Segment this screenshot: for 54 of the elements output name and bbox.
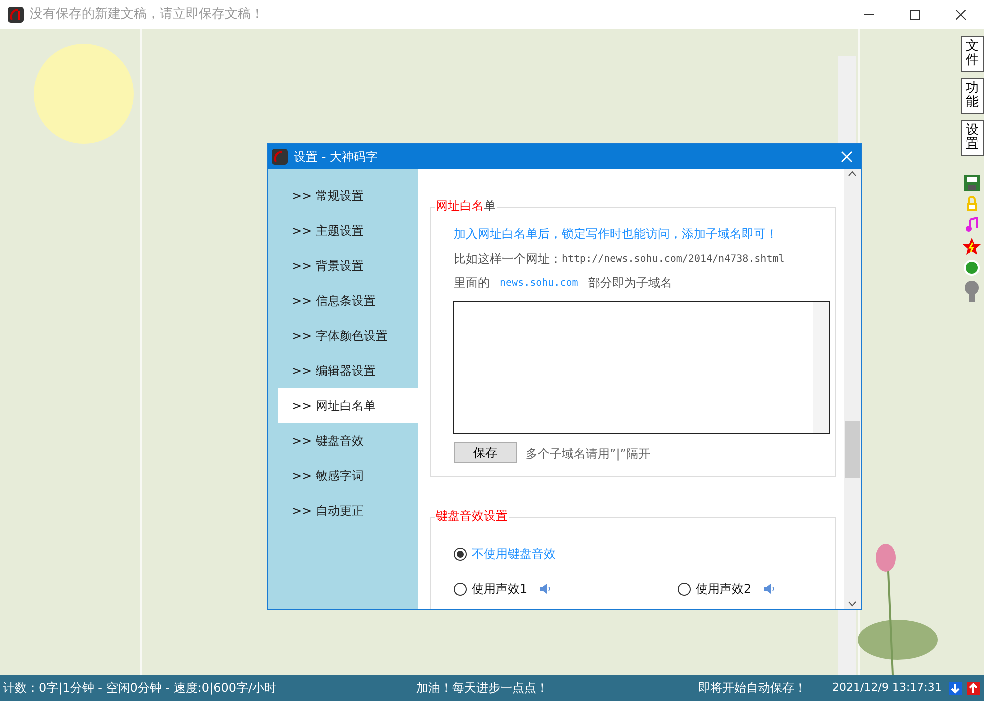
nav-item[interactable]: >> 背景设置 bbox=[278, 248, 418, 283]
close-icon bbox=[841, 150, 853, 162]
up-arrow-icon[interactable] bbox=[966, 682, 980, 694]
save-button[interactable]: 保存 bbox=[454, 442, 517, 463]
side-menu-button[interactable]: 文件 bbox=[961, 36, 984, 72]
star-icon[interactable] bbox=[963, 238, 981, 255]
nav-item[interactable]: >> 常规设置 bbox=[278, 178, 418, 213]
nav-item[interactable]: >> 信息条设置 bbox=[278, 283, 418, 318]
speaker-icon[interactable] bbox=[538, 583, 551, 595]
autosave-status: 即将开始自动保存！ bbox=[698, 680, 807, 697]
window-title: 没有保存的新建文稿，请立即保存文稿！ bbox=[30, 6, 264, 24]
speaker-icon[interactable] bbox=[762, 583, 775, 595]
radio-label: 不使用键盘音效 bbox=[472, 546, 556, 563]
scrollbar-thumb[interactable] bbox=[845, 421, 860, 478]
music-note-icon[interactable] bbox=[965, 217, 979, 233]
dialog-scrollbar[interactable] bbox=[844, 169, 861, 609]
side-menu-button[interactable]: 功能 bbox=[961, 78, 984, 114]
nav-item[interactable]: >> 自动更正 bbox=[278, 493, 418, 528]
save-hint: 多个子域名请用”|”隔开 bbox=[526, 446, 650, 463]
close-icon bbox=[956, 10, 966, 20]
scroll-down-icon[interactable] bbox=[848, 601, 857, 607]
section-heading: 键盘音效设置 bbox=[435, 507, 509, 525]
nav-item[interactable]: >> 编辑器设置 bbox=[278, 353, 418, 388]
nav-item[interactable]: >> 敏感字词 bbox=[278, 458, 418, 493]
maximize-icon bbox=[910, 10, 920, 20]
domain-example: news.sohu.com bbox=[500, 276, 578, 290]
domain-input-field[interactable] bbox=[453, 301, 830, 434]
section-heading: 网址白名单 bbox=[436, 198, 496, 215]
radio-button[interactable] bbox=[678, 582, 691, 596]
close-button[interactable] bbox=[841, 150, 853, 162]
nav-item[interactable]: >> 网址白名单 bbox=[278, 388, 418, 423]
lightbulb-icon[interactable] bbox=[964, 281, 980, 303]
description-text: 部分即为子域名 bbox=[588, 275, 672, 292]
writing-stats: 计数：0字|1分钟 - 空闲0分钟 - 速度:0|600字/小时 bbox=[3, 680, 277, 697]
radio-button[interactable] bbox=[454, 548, 467, 560]
nav-item[interactable]: >> 主题设置 bbox=[278, 213, 418, 248]
example-url: http://news.sohu.com/2014/n4738.shtml bbox=[562, 252, 785, 266]
radio-button[interactable] bbox=[454, 582, 467, 596]
nav-item[interactable]: >> 字体颜色设置 bbox=[278, 318, 418, 353]
nav-item[interactable]: >> 键盘音效 bbox=[278, 423, 418, 458]
whitelist-tip: 加入网址白名单后，锁定写作时也能访问，添加子域名即可！ bbox=[454, 226, 778, 243]
radio-label: 使用声效1 bbox=[472, 581, 528, 598]
name-badge-icon[interactable] bbox=[964, 260, 980, 276]
app-logo-icon bbox=[272, 148, 288, 164]
description-text: 里面的 bbox=[454, 275, 490, 292]
app-logo-icon bbox=[8, 6, 24, 22]
radio-label: 使用声效2 bbox=[696, 581, 752, 598]
example-label: 比如这样一个网址： bbox=[454, 251, 562, 268]
date-time: 2021/12/9 13:17:31 bbox=[832, 680, 942, 696]
scroll-up-icon[interactable] bbox=[848, 171, 857, 177]
dialog-title: 设置 - 大神码字 bbox=[294, 148, 378, 166]
side-menu-button[interactable]: 设置 bbox=[961, 120, 984, 156]
motto-text: 加油！每天进步一点点！ bbox=[416, 680, 549, 697]
down-arrow-icon[interactable] bbox=[948, 682, 962, 694]
